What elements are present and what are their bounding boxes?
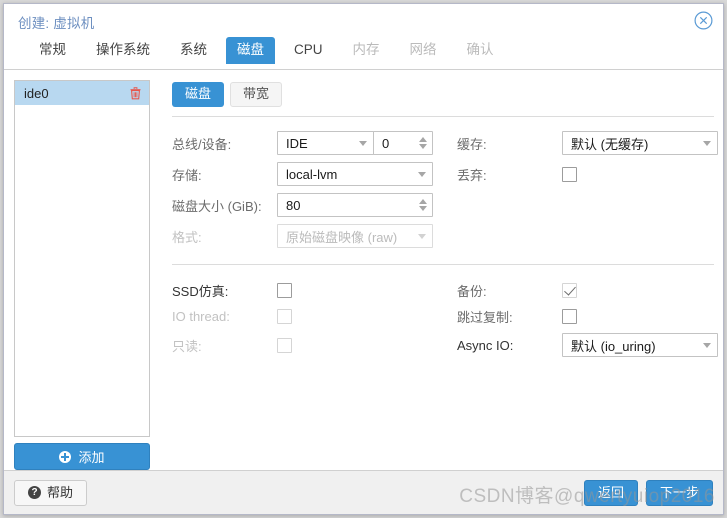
list-item[interactable]: ide0 (15, 81, 149, 105)
tab-network: 网络 (409, 42, 437, 57)
format-select: 原始磁盘映像 (raw) (277, 224, 433, 248)
backup-control (562, 283, 718, 298)
ssd-emulation-label: SSD仿真: (172, 284, 229, 299)
backup-checkbox[interactable] (562, 283, 577, 298)
device-list: ide0 (14, 80, 150, 437)
chevron-down-icon (418, 171, 426, 177)
form-divider (172, 264, 714, 265)
async-io-select[interactable]: 默认 (io_uring) (562, 333, 718, 357)
device-list-item-label: ide0 (24, 85, 49, 101)
readonly-control (277, 337, 457, 353)
disk-subtabs: 磁盘 带宽 (172, 80, 714, 117)
discard-checkbox[interactable] (562, 166, 577, 182)
add-button-label: 添加 (78, 450, 105, 465)
bus-device-select[interactable]: IDE (277, 131, 374, 155)
plus-circle-icon (59, 450, 72, 463)
device-index-stepper[interactable]: 0 (373, 131, 433, 155)
async-io-select-value: 默认 (io_uring) (571, 338, 656, 354)
bus-device-controls: IDE 0 (277, 131, 457, 155)
ssd-emulation-control (277, 283, 457, 298)
async-io-label: Async IO: (457, 337, 514, 353)
tab-system[interactable]: 系统 (169, 37, 218, 64)
tab-cpu[interactable]: CPU (283, 37, 334, 64)
io-thread-label: IO thread: (172, 309, 230, 324)
dialog-title: 创建: 虚拟机 (18, 16, 95, 31)
help-button-label: 帮助 (47, 485, 74, 500)
disk-size-control: 80 (277, 193, 457, 217)
disk-field-grid: 总线/设备: IDE 0 缓存: 默认 (无缓存) 存储: local-lvm … (172, 117, 718, 357)
dialog-body: ide0 添加 磁盘 带宽 总线/设备: IDE 0 缓存: 默认 (无缓存) … (4, 70, 723, 470)
tab-memory: 内存 (352, 42, 380, 57)
io-thread-control (277, 309, 457, 324)
tab-general[interactable]: 常规 (28, 37, 77, 64)
back-button[interactable]: 返回 (583, 479, 638, 506)
format-label: 格式: (172, 229, 202, 245)
chevron-down-icon (703, 342, 711, 348)
storage-control: local-lvm (277, 162, 457, 186)
tab-os[interactable]: 操作系统 (85, 37, 161, 64)
device-list-panel: ide0 添加 (14, 80, 150, 470)
stepper-arrows-icon[interactable] (419, 199, 427, 211)
chevron-down-icon (418, 233, 426, 239)
close-icon[interactable] (694, 11, 713, 30)
disk-size-stepper[interactable]: 80 (277, 193, 433, 217)
storage-select[interactable]: local-lvm (277, 162, 433, 186)
discard-control (562, 166, 718, 182)
dialog-titlebar: 创建: 虚拟机 (4, 4, 723, 37)
subtab-disk[interactable]: 磁盘 (172, 82, 225, 107)
readonly-checkbox (277, 337, 292, 353)
question-circle-icon: ? (28, 486, 41, 499)
cache-control: 默认 (无缓存) (562, 131, 718, 155)
format-control: 原始磁盘映像 (raw) (277, 224, 457, 248)
tab-confirm: 确认 (466, 42, 494, 57)
footer-actions: 返回 下一步 (583, 479, 713, 506)
discard-label: 丢弃: (457, 167, 487, 183)
storage-select-value: local-lvm (286, 166, 338, 182)
bus-device-select-value: IDE (286, 135, 308, 151)
wizard-tabstrip: 常规 操作系统 系统 磁盘 CPU 内存 网络 确认 (4, 37, 723, 70)
disk-size-label: 磁盘大小 (GiB): (172, 198, 262, 214)
readonly-label: 只读: (172, 338, 202, 354)
chevron-down-icon (359, 140, 367, 146)
skip-replication-control (562, 309, 718, 324)
skip-replication-label: 跳过复制: (457, 310, 513, 325)
create-vm-dialog: 创建: 虚拟机 常规 操作系统 系统 磁盘 CPU 内存 网络 确认 ide0 (3, 3, 724, 515)
dialog-footer: ? 帮助 返回 下一步 CSDN博客@qwertyuiop2016 (4, 470, 723, 514)
cache-label: 缓存: (457, 136, 487, 152)
async-io-control: 默认 (io_uring) (562, 333, 718, 357)
next-button[interactable]: 下一步 (645, 479, 713, 506)
device-index-value: 0 (382, 135, 390, 151)
cache-select-value: 默认 (无缓存) (571, 136, 649, 152)
disk-form-panel: 磁盘 带宽 总线/设备: IDE 0 缓存: 默认 (无缓存) 存储: loca… (162, 80, 718, 470)
subtab-bandwidth[interactable]: 带宽 (230, 82, 283, 107)
chevron-down-icon (703, 140, 711, 146)
trash-icon[interactable] (129, 86, 142, 100)
stepper-arrows-icon[interactable] (419, 137, 427, 149)
skip-replication-checkbox[interactable] (562, 309, 577, 324)
tab-disks[interactable]: 磁盘 (226, 37, 275, 64)
format-select-value: 原始磁盘映像 (raw) (286, 229, 398, 245)
io-thread-checkbox (277, 309, 292, 324)
bus-device-label: 总线/设备: (172, 136, 232, 152)
backup-label: 备份: (457, 284, 487, 299)
cache-select[interactable]: 默认 (无缓存) (562, 131, 718, 155)
add-button[interactable]: 添加 (14, 443, 150, 470)
ssd-emulation-checkbox[interactable] (277, 283, 292, 298)
disk-size-value: 80 (286, 197, 301, 213)
help-button[interactable]: ? 帮助 (14, 479, 88, 506)
storage-label: 存储: (172, 167, 202, 183)
